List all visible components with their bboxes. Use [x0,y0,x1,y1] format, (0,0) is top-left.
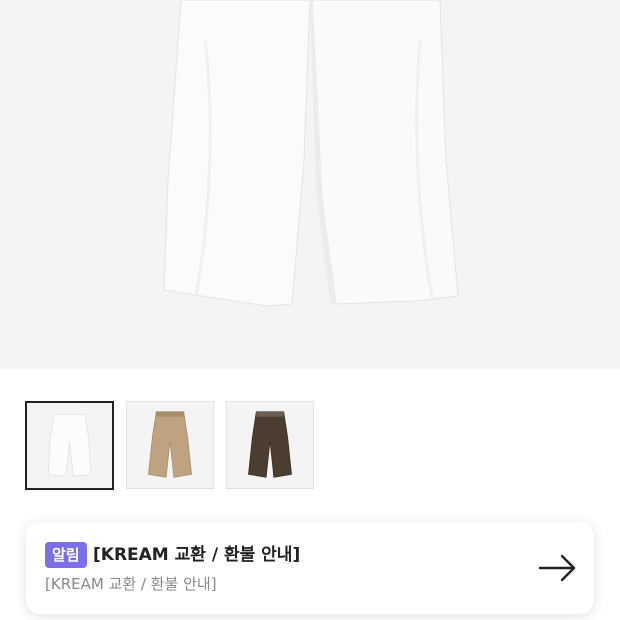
thumbnail-white[interactable] [25,401,114,490]
thumbnail-dark-brown[interactable] [226,401,314,489]
arrow-right-icon[interactable] [538,552,578,584]
notice-title: [KREAM 교환 / 환불 안내] [93,545,301,565]
exchange-refund-notice-card[interactable]: 알림 [KREAM 교환 / 환불 안내] [KREAM 교환 / 환불 안내] [26,522,594,614]
brown-pants-thumbnail [248,411,292,478]
white-pants-thumbnail [47,414,92,477]
notice-subtitle: [KREAM 교환 / 환불 안내] [45,575,217,593]
product-main-image[interactable] [0,0,620,369]
beige-pants-thumbnail [148,411,192,478]
thumbnail-list [25,401,314,490]
white-pants-image [163,0,459,307]
thumbnail-beige[interactable] [126,401,214,489]
notice-badge: 알림 [45,542,87,568]
